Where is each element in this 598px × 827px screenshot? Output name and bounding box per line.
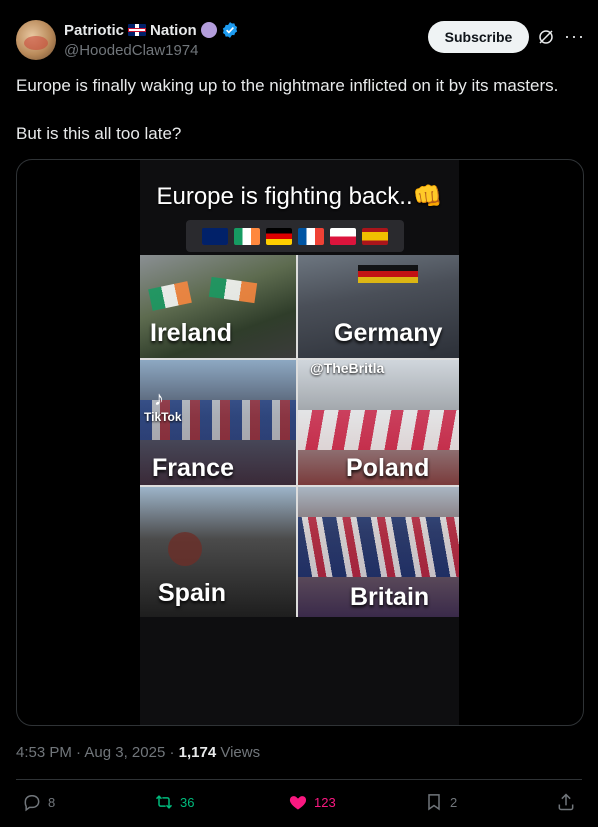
subscribe-button[interactable]: Subscribe [428, 21, 529, 53]
panel-label: Poland [346, 454, 430, 482]
action-bar: 8 36 123 2 [16, 792, 582, 816]
tweet-paragraph-1: Europe is finally waking up to the night… [16, 76, 559, 95]
post-time[interactable]: 4:53 PM [16, 744, 72, 761]
post-date[interactable]: Aug 3, 2025 [84, 744, 165, 761]
panel-germany: Germany [298, 255, 459, 358]
heart-icon [289, 796, 307, 810]
panel-spain: Spain [140, 487, 296, 617]
views-label: Views [220, 744, 261, 761]
panel-label: France [152, 454, 234, 482]
bookmark-count: 2 [450, 794, 458, 810]
panel-poland: Poland [298, 360, 459, 485]
display-name[interactable]: Patriotic Nation [64, 20, 239, 40]
video-frame[interactable]: Europe is fighting back..👊 Ireland Germa… [140, 160, 459, 725]
video-title: Europe is fighting back..👊 [156, 183, 443, 210]
uk-flag-icon [202, 227, 228, 245]
like-count: 123 [314, 794, 336, 810]
share-button[interactable] [556, 792, 576, 812]
avatar[interactable] [16, 20, 56, 60]
tweet-paragraph-2: But is this all too late? [16, 124, 182, 143]
video-bottom-strip [140, 700, 459, 725]
repost-count: 36 [180, 794, 195, 810]
grok-icon[interactable] [537, 28, 555, 46]
panel-label: Spain [158, 579, 227, 607]
ireland-flag-icon [234, 227, 260, 245]
display-name-text[interactable]: Patriotic [64, 22, 124, 39]
germany-flag-icon [266, 227, 292, 245]
flags-bar [186, 220, 404, 252]
panel-label: Germany [334, 319, 443, 347]
panel-britain: Britain [298, 487, 459, 617]
video-watermark: @TheBritla [310, 360, 385, 376]
reply-button[interactable]: 8 [22, 792, 55, 812]
tweet-text: Europe is finally waking up to the night… [16, 74, 582, 146]
post-timestamp: 4:53 PM · Aug 3, 2025 · 1,174 Views [16, 744, 261, 761]
display-name-suffix[interactable]: Nation [150, 22, 197, 39]
uk-flag-icon [128, 24, 147, 36]
tiktok-icon: ♪ [154, 388, 164, 410]
poland-flag-icon [330, 227, 356, 245]
repost-button[interactable]: 36 [154, 792, 194, 812]
panel-ireland: Ireland [140, 255, 296, 358]
handle[interactable]: @HoodedClaw1974 [64, 42, 239, 59]
bookmark-icon [428, 794, 440, 811]
verified-badge-icon [222, 22, 237, 38]
france-flag-icon [298, 227, 324, 245]
more-options-icon[interactable]: ··· [564, 26, 585, 47]
country-grid: Ireland Germany France Poland Spain Brit… [140, 255, 459, 617]
spain-flag-icon [362, 227, 388, 245]
share-icon [558, 793, 574, 811]
purple-circle-icon [200, 22, 217, 38]
like-button[interactable]: 123 [288, 792, 336, 812]
bookmark-button[interactable]: 2 [424, 792, 457, 812]
media-container[interactable]: Europe is fighting back..👊 Ireland Germa… [16, 159, 584, 726]
view-count: 1,174 [178, 744, 217, 761]
repost-icon [155, 795, 173, 809]
reply-count: 8 [48, 794, 56, 810]
tweet-header: Patriotic Nation @HoodedClaw1974 Subscri… [16, 18, 585, 64]
tiktok-label: TikTok [144, 410, 182, 424]
divider [16, 779, 582, 780]
panel-label: Ireland [150, 319, 232, 347]
author-names: Patriotic Nation @HoodedClaw1974 [64, 20, 239, 59]
reply-icon [24, 795, 40, 812]
panel-label: Britain [350, 583, 430, 611]
